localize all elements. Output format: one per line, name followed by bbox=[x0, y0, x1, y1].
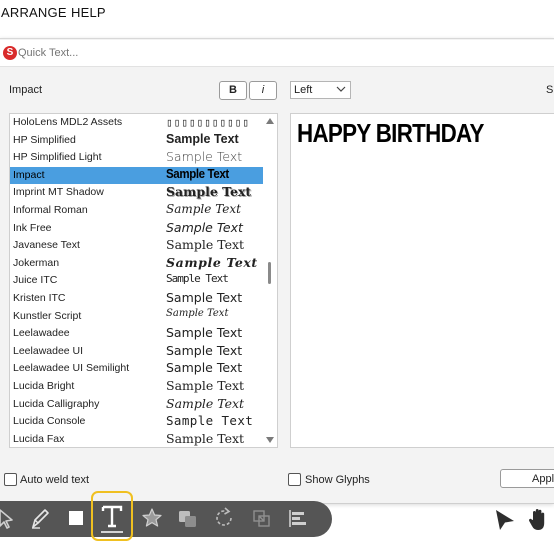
font-sample: Sample Text bbox=[166, 219, 243, 235]
scroll-thumb[interactable] bbox=[268, 262, 271, 284]
preview-text: HAPPY BIRTHDAY bbox=[297, 118, 484, 148]
font-list-item[interactable]: Informal Roman Sample Text bbox=[10, 202, 264, 219]
font-name: Lucida Calligraphy bbox=[13, 397, 100, 410]
align-icon[interactable] bbox=[284, 503, 312, 533]
pointer-icon[interactable] bbox=[492, 507, 518, 533]
font-list-item[interactable]: Imprint MT Shadow Sample Text bbox=[10, 184, 264, 201]
font-sample: Sample Text bbox=[166, 254, 258, 270]
text-preview[interactable]: HAPPY BIRTHDAY bbox=[290, 113, 554, 448]
font-name: HP Simplified Light bbox=[13, 151, 102, 164]
font-list-item[interactable]: Kunstler Script Sample Text bbox=[10, 308, 264, 325]
auto-weld-label: Auto weld text bbox=[20, 474, 90, 486]
font-name: HoloLens MDL2 Assets bbox=[13, 116, 123, 128]
text-tool-icon[interactable] bbox=[98, 498, 126, 533]
menu-bar: ARRANGE HELP bbox=[0, 0, 554, 26]
font-list-item[interactable]: HP Simplified Light Sample Text bbox=[10, 149, 264, 166]
font-sample: Sample Text bbox=[166, 342, 243, 358]
scroll-down-icon[interactable] bbox=[266, 437, 274, 443]
font-sample: Sample Text bbox=[166, 413, 254, 429]
rectangle-icon[interactable] bbox=[62, 503, 90, 533]
font-sample: Sample Text bbox=[166, 202, 241, 216]
font-list-item[interactable]: Javanese Text Sample Text bbox=[10, 237, 264, 254]
italic-button[interactable]: i bbox=[249, 81, 277, 100]
font-list-item[interactable]: HP Simplified Sample Text bbox=[10, 132, 264, 149]
font-name: Kristen ITC bbox=[13, 292, 66, 304]
font-name: Kunstler Script bbox=[13, 309, 82, 322]
menu-arrange[interactable]: ARRANGE bbox=[1, 5, 67, 20]
font-sample: Sample Text bbox=[166, 184, 252, 200]
font-sample: Sample Text bbox=[166, 378, 245, 393]
font-list-item[interactable]: Lucida Calligraphy Sample Text bbox=[10, 396, 264, 413]
font-sample: ▯▯▯▯▯▯▯▯▯▯▯ bbox=[166, 116, 250, 129]
hand-pan-icon[interactable] bbox=[526, 507, 552, 533]
font-name: Javanese Text bbox=[13, 239, 80, 252]
quick-text-icon: S bbox=[3, 46, 17, 60]
font-name: HP Simplified bbox=[13, 133, 76, 146]
font-sample: Sample Text bbox=[166, 325, 243, 341]
show-glyphs-checkbox[interactable] bbox=[288, 473, 301, 486]
rotate-icon[interactable] bbox=[210, 503, 238, 533]
font-sample: Sample Text bbox=[166, 237, 245, 253]
font-sample: Sample Text bbox=[166, 360, 243, 376]
font-list-item[interactable]: Leelawadee UI Sample Text bbox=[10, 343, 264, 360]
font-list-item[interactable]: Kristen ITC Sample Text bbox=[10, 290, 264, 307]
font-sample: Sample Text bbox=[166, 395, 245, 411]
font-sample: Sample Text bbox=[166, 272, 229, 286]
font-name: Impact bbox=[13, 168, 45, 181]
font-list-item[interactable]: Lucida Bright Sample Text bbox=[10, 378, 264, 395]
alignment-value: Left bbox=[294, 84, 313, 96]
select-arrow-icon[interactable] bbox=[0, 503, 22, 533]
font-sample: Sample Text bbox=[166, 166, 229, 181]
font-list-scrollbar[interactable] bbox=[263, 114, 277, 447]
font-list-item[interactable]: Leelawadee Sample Text bbox=[10, 325, 264, 342]
scroll-up-icon[interactable] bbox=[266, 118, 274, 124]
font-sample: Sample Text bbox=[166, 307, 229, 319]
quick-text-input[interactable] bbox=[18, 44, 538, 62]
font-sample: Sample Text bbox=[166, 430, 245, 446]
font-list-item[interactable]: Lucida Fax Sample Text bbox=[10, 430, 264, 447]
alignment-select[interactable]: Left bbox=[290, 81, 351, 99]
font-name: Leelawadee UI bbox=[13, 344, 84, 357]
show-glyphs-label: Show Glyphs bbox=[305, 474, 370, 486]
font-list-item[interactable]: HoloLens MDL2 Assets ▯▯▯▯▯▯▯▯▯▯▯ bbox=[10, 114, 264, 131]
font-name: Lucida Console bbox=[13, 415, 86, 428]
font-list-item[interactable]: Lucida Console Sample Text bbox=[10, 413, 264, 430]
font-name: Leelawadee bbox=[13, 327, 70, 340]
font-sample: Sample Text bbox=[166, 149, 243, 165]
font-name: Juice ITC bbox=[13, 274, 58, 287]
font-sample: Sample Text bbox=[166, 131, 239, 146]
font-name: Lucida Fax bbox=[13, 432, 65, 445]
weld-shapes-icon[interactable] bbox=[174, 503, 202, 533]
font-list-item[interactable]: Leelawadee UI Semilight Sample Text bbox=[10, 360, 264, 377]
crop-icon[interactable] bbox=[248, 503, 276, 533]
font-name: Lucida Bright bbox=[13, 380, 75, 392]
star-shape-icon[interactable] bbox=[138, 503, 166, 533]
font-sample: Sample Text bbox=[166, 290, 243, 305]
auto-weld-checkbox[interactable] bbox=[4, 473, 17, 486]
font-list-item[interactable]: Juice ITC Sample Text bbox=[10, 272, 264, 289]
font-name: Ink Free bbox=[13, 221, 52, 234]
font-list[interactable]: HoloLens MDL2 Assets ▯▯▯▯▯▯▯▯▯▯▯ HP Simpli… bbox=[9, 113, 278, 448]
font-name: Leelawadee UI Semilight bbox=[13, 362, 130, 375]
font-list-item[interactable]: Ink Free Sample Text bbox=[10, 220, 264, 237]
current-font-name: Impact bbox=[9, 84, 43, 96]
menu-help[interactable]: HELP bbox=[71, 5, 106, 20]
font-name: Imprint MT Shadow bbox=[13, 186, 104, 199]
bold-button[interactable]: B bbox=[219, 81, 247, 100]
font-list-item[interactable]: Jokerman Sample Text bbox=[10, 255, 264, 272]
chevron-down-icon bbox=[336, 84, 346, 100]
font-name: Informal Roman bbox=[13, 204, 88, 216]
apply-button[interactable]: Appl bbox=[500, 469, 554, 488]
font-name: Jokerman bbox=[13, 256, 60, 269]
font-list-item-selected[interactable]: Impact Sample Text bbox=[10, 166, 264, 184]
size-label: Si bbox=[546, 84, 554, 96]
pen-icon[interactable] bbox=[26, 503, 54, 533]
